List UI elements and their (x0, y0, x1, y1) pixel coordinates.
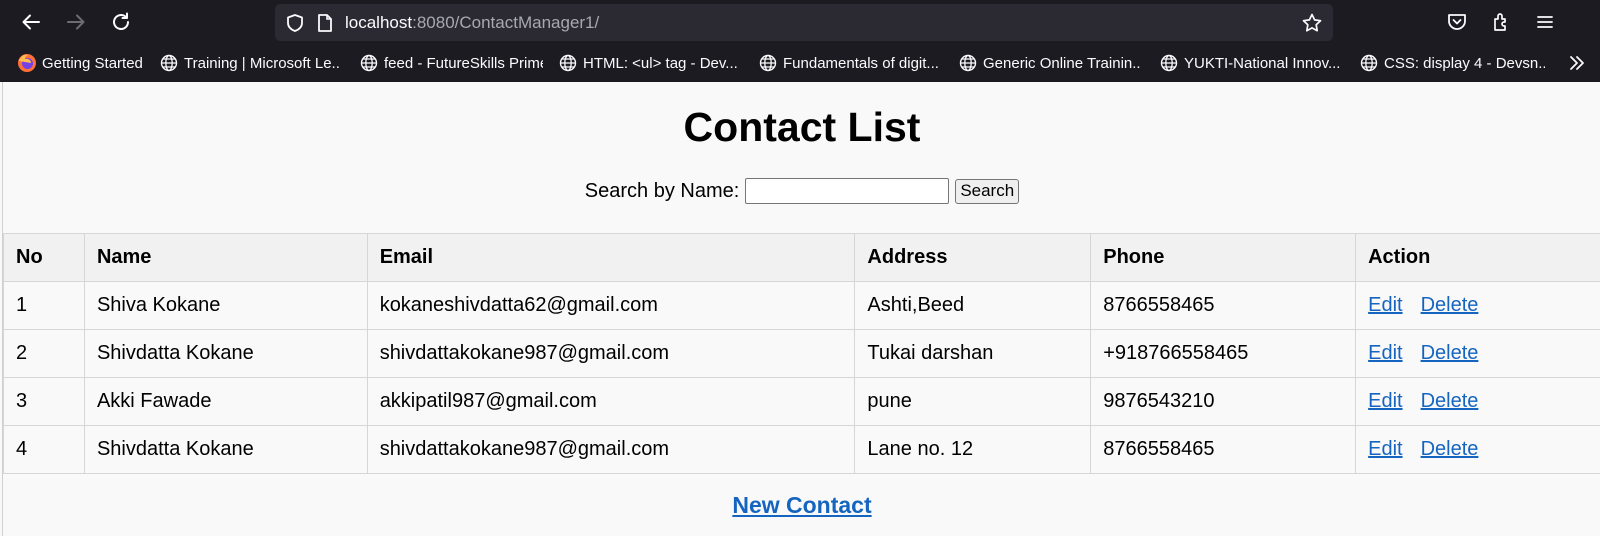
forward-arrow-icon (67, 14, 85, 30)
cell-email: kokaneshivdatta62@gmail.com (366, 281, 856, 330)
navigation-bar: localhost:8080/ContactManager1/ (0, 0, 1600, 42)
cell-no: 2 (3, 329, 85, 378)
bookmark-item[interactable]: Fundamentals of digit... (758, 52, 941, 74)
bookmark-label: YUKTI-National Innov... (1184, 54, 1341, 72)
new-contact-container: New Contact (3, 492, 1600, 519)
globe-icon (159, 53, 179, 73)
cell-address: Lane no. 12 (854, 425, 1092, 474)
bookmark-label: feed - FutureSkills Prime (384, 54, 543, 72)
delete-link[interactable]: Delete (1421, 390, 1479, 412)
bookmark-star-icon[interactable] (1299, 10, 1325, 36)
edit-link[interactable]: Edit (1368, 438, 1402, 460)
cell-action: Edit Delete (1355, 281, 1600, 330)
browser-chrome: localhost:8080/ContactManager1/ Getting … (0, 0, 1600, 82)
url-text[interactable]: localhost:8080/ContactManager1/ (345, 13, 599, 33)
globe-icon (958, 53, 978, 73)
cell-email: shivdattakokane987@gmail.com (366, 425, 856, 474)
edit-link[interactable]: Edit (1368, 294, 1402, 316)
bookmark-item[interactable]: HTML: <ul> tag - Dev... (558, 52, 741, 74)
page-content: Contact List Search by Name: Search No N… (2, 82, 1600, 536)
firefox-icon (17, 53, 37, 73)
reload-icon (113, 12, 129, 30)
search-label: Search by Name: (584, 179, 740, 202)
column-header-address: Address (854, 233, 1092, 282)
cell-name: Akki Fawade (83, 377, 368, 426)
cell-action: Edit Delete (1355, 329, 1600, 378)
chevron-double-right-icon[interactable] (1564, 50, 1590, 76)
cell-no: 3 (3, 377, 85, 426)
reload-button[interactable] (106, 7, 136, 37)
back-button[interactable] (16, 7, 46, 37)
cell-address: Ashti,Beed (854, 281, 1092, 330)
new-contact-link[interactable]: New Contact (732, 492, 871, 518)
column-header-no: No (3, 233, 85, 282)
delete-link[interactable]: Delete (1421, 342, 1479, 364)
globe-icon (359, 53, 379, 73)
bookmark-item[interactable]: Training | Microsoft Le... (159, 52, 341, 74)
cell-email: shivdattakokane987@gmail.com (366, 329, 856, 378)
bookmark-label: Training | Microsoft Le... (184, 54, 341, 72)
cell-address: Tukai darshan (854, 329, 1092, 378)
table-header-row: No Name Email Address Phone Action (3, 233, 1600, 282)
bookmark-item[interactable]: YUKTI-National Innov... (1159, 52, 1341, 74)
globe-icon (1159, 53, 1179, 73)
globe-icon (558, 53, 578, 73)
cell-no: 1 (3, 281, 85, 330)
contacts-table: No Name Email Address Phone Action 1 Shi… (3, 233, 1600, 474)
cell-action: Edit Delete (1355, 425, 1600, 474)
page-title: Contact List (683, 104, 921, 150)
cell-name: Shivdatta Kokane (83, 425, 368, 474)
back-arrow-icon (22, 14, 40, 30)
extensions-icon[interactable] (1487, 7, 1517, 37)
cell-name: Shivdatta Kokane (83, 329, 368, 378)
bookmark-label: HTML: <ul> tag - Dev... (583, 54, 738, 72)
column-header-phone: Phone (1090, 233, 1357, 282)
edit-link[interactable]: Edit (1368, 390, 1402, 412)
bookmark-item[interactable]: Getting Started (17, 52, 145, 74)
address-bar[interactable]: localhost:8080/ContactManager1/ (275, 4, 1333, 41)
globe-icon (1359, 53, 1379, 73)
pocket-icon[interactable] (1442, 7, 1472, 37)
bookmark-label: Getting Started (42, 54, 143, 72)
cell-name: Shiva Kokane (83, 281, 368, 330)
menu-icon[interactable] (1530, 7, 1560, 37)
edit-link[interactable]: Edit (1368, 342, 1402, 364)
cell-phone: 9876543210 (1090, 377, 1357, 426)
page-info-icon[interactable] (313, 11, 337, 35)
column-header-name: Name (83, 233, 368, 282)
shield-icon[interactable] (283, 11, 307, 35)
bookmark-label: CSS: display 4 - Devsn... (1384, 54, 1545, 72)
bookmark-item[interactable]: feed - FutureSkills Prime (359, 52, 543, 74)
cell-address: pune (854, 377, 1092, 426)
search-form: Search by Name: Search (3, 178, 1600, 204)
delete-link[interactable]: Delete (1421, 294, 1479, 316)
bookmark-item[interactable]: CSS: display 4 - Devsn... (1359, 52, 1545, 74)
table-row: 4 Shivdatta Kokane shivdattakokane987@gm… (3, 425, 1600, 474)
table-row: 2 Shivdatta Kokane shivdattakokane987@gm… (3, 329, 1600, 378)
bookmark-label: Generic Online Trainin... (983, 54, 1141, 72)
search-input[interactable] (745, 178, 950, 204)
table-row: 1 Shiva Kokane kokaneshivdatta62@gmail.c… (3, 281, 1600, 330)
search-button[interactable]: Search (955, 178, 1020, 204)
table-row: 3 Akki Fawade akkipatil987@gmail.com pun… (3, 377, 1600, 426)
delete-link[interactable]: Delete (1421, 438, 1479, 460)
column-header-email: Email (366, 233, 856, 282)
cell-email: akkipatil987@gmail.com (366, 377, 856, 426)
cell-phone: 8766558465 (1090, 281, 1357, 330)
bookmark-label: Fundamentals of digit... (783, 54, 939, 72)
bookmark-item[interactable]: Generic Online Trainin... (958, 52, 1141, 74)
cell-no: 4 (3, 425, 85, 474)
globe-icon (758, 53, 778, 73)
cell-phone: 8766558465 (1090, 425, 1357, 474)
forward-button[interactable] (61, 7, 91, 37)
url-path: :8080/ContactManager1/ (412, 13, 600, 32)
url-host: localhost (345, 13, 413, 32)
cell-phone: +918766558465 (1090, 329, 1357, 378)
column-header-action: Action (1355, 233, 1600, 282)
bookmarks-toolbar: Getting Started Training | Microsoft Le.… (0, 46, 1600, 80)
cell-action: Edit Delete (1355, 377, 1600, 426)
